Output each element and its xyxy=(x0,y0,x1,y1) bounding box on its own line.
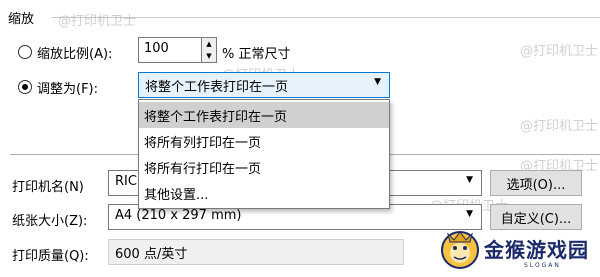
print-quality-label: 打印质量(Q): xyxy=(12,249,89,264)
fit-radio[interactable] xyxy=(18,80,32,94)
spin-down-icon[interactable]: ▼ xyxy=(202,50,216,62)
fit-option-label: 调整为(F): xyxy=(37,82,99,97)
watermark-text: @打印机卫士 xyxy=(58,14,137,29)
chevron-down-icon[interactable]: ▼ xyxy=(374,77,381,87)
print-quality-select[interactable]: 600 点/英寸 xyxy=(108,239,404,265)
watermark-text: @打印机卫士 xyxy=(520,119,599,134)
watermark-text: @打印机卫士 xyxy=(520,44,599,59)
spin-up-icon[interactable]: ▲ xyxy=(202,38,216,50)
radio-selected-dot xyxy=(22,84,28,90)
fit-dropdown-list: 将整个工作表打印在一页 将所有列打印在一页 将所有行打印在一页 其他设置... xyxy=(138,99,390,209)
fit-option-more-settings[interactable]: 其他设置... xyxy=(139,180,389,206)
scale-option-label: 缩放比例(A): xyxy=(37,47,113,62)
monkey-logo-icon xyxy=(441,231,479,269)
fit-option-whole-sheet[interactable]: 将整个工作表打印在一页 xyxy=(139,102,389,128)
print-quality-value: 600 点/英寸 xyxy=(115,247,188,262)
section-title: 缩放 xyxy=(8,12,35,27)
printer-options-button[interactable]: 选项(O)... xyxy=(490,170,582,196)
chevron-down-icon[interactable]: ▼ xyxy=(466,175,473,185)
printer-label: 打印机名(N) xyxy=(12,180,84,195)
fit-option-all-rows[interactable]: 将所有行打印在一页 xyxy=(139,154,389,180)
logo-slogan: SLOGAN xyxy=(524,262,561,269)
scale-suffix: % 正常尺寸 xyxy=(222,47,291,62)
printer-select-value: RIC xyxy=(115,174,137,189)
fit-select[interactable]: 将整个工作表打印在一页 ▼ xyxy=(138,72,390,98)
chevron-down-icon[interactable]: ▼ xyxy=(466,209,473,219)
brand-logo: 金猴游戏园 SLOGAN xyxy=(438,226,598,274)
scale-spinner[interactable]: ▲ ▼ xyxy=(202,37,217,63)
fit-option-all-columns[interactable]: 将所有列打印在一页 xyxy=(139,128,389,154)
logo-name: 金猴游戏园 xyxy=(484,238,589,262)
scale-input[interactable]: 100 xyxy=(138,37,202,63)
paper-size-label: 纸张大小(Z): xyxy=(12,214,88,229)
fit-select-value: 将整个工作表打印在一页 xyxy=(145,80,289,95)
scale-radio[interactable] xyxy=(18,45,32,59)
paper-size-value: A4 (210 x 297 mm) xyxy=(115,208,242,223)
